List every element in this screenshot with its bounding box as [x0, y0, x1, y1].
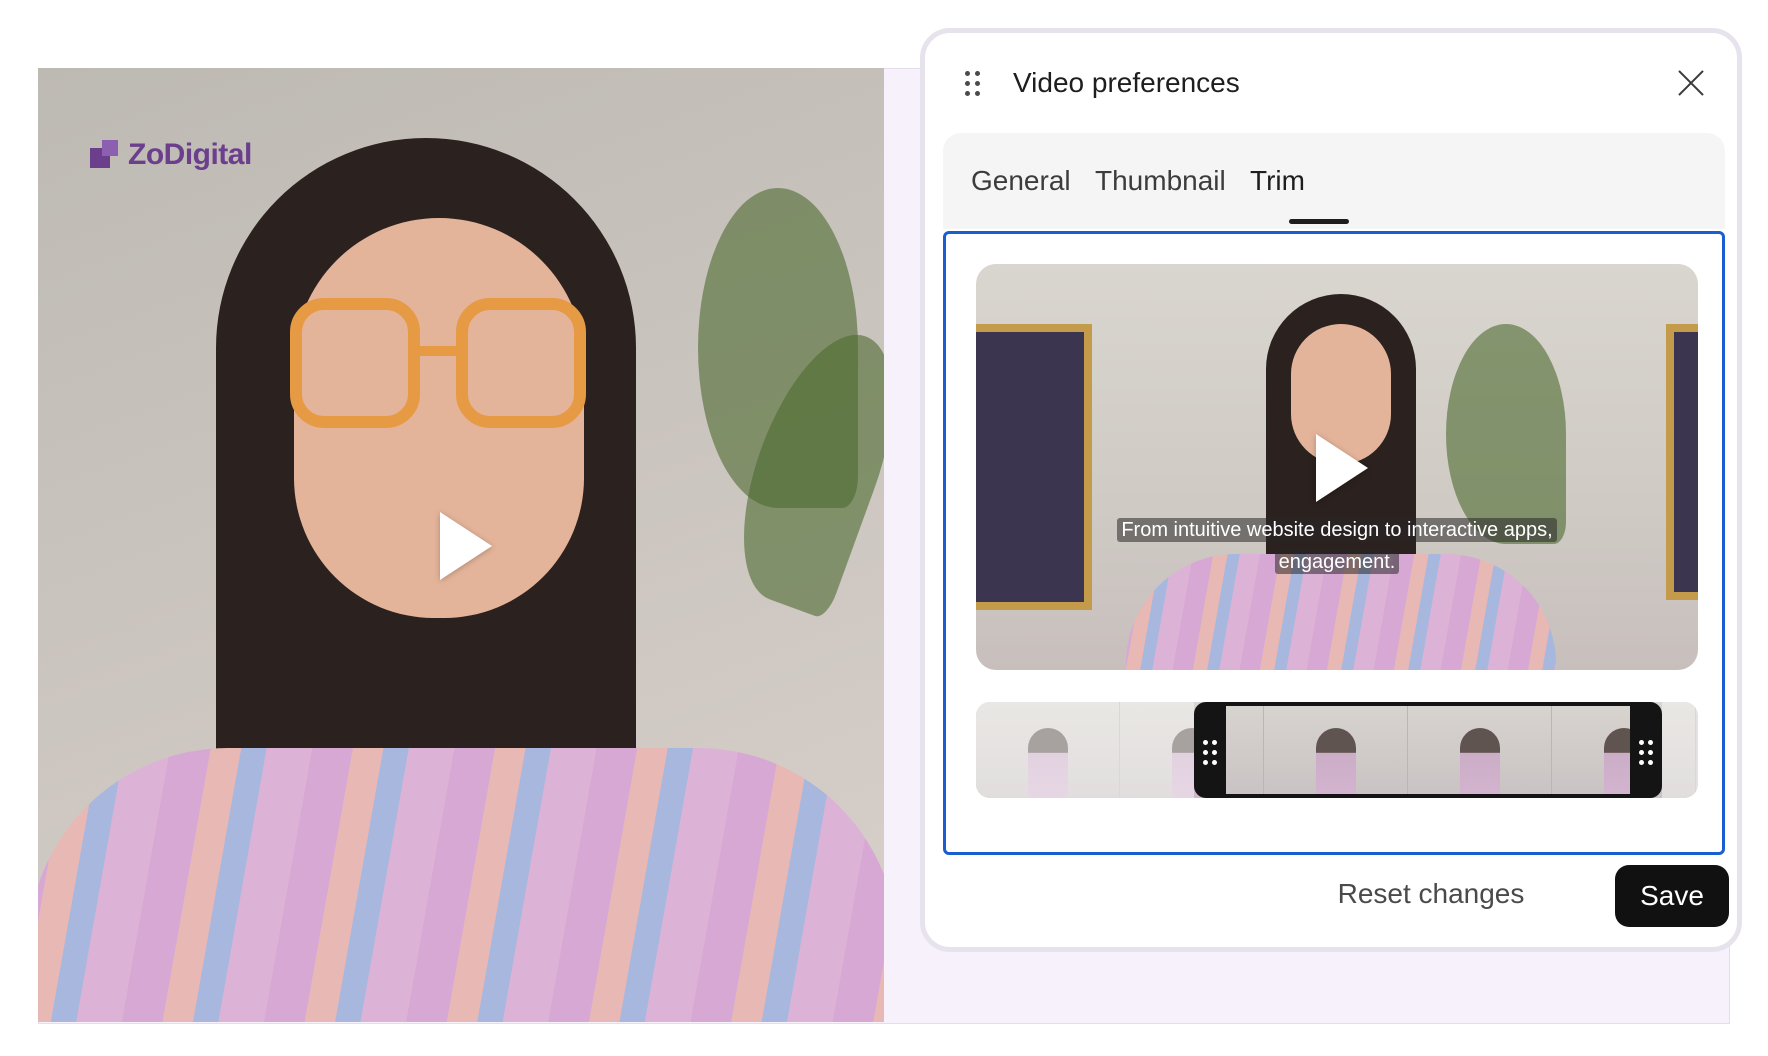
play-icon[interactable]: [1316, 434, 1368, 502]
main-video-player[interactable]: ZoDigital: [38, 68, 884, 1022]
reset-changes-button[interactable]: Reset changes: [1321, 863, 1541, 925]
trim-start-handle-icon[interactable]: [1203, 740, 1217, 766]
brand-mark-icon: [90, 140, 120, 170]
video-subject-glasses: [290, 298, 590, 428]
caption-line: From intuitive website design to interac…: [1117, 518, 1557, 542]
active-tab-indicator: [1289, 219, 1349, 224]
video-subject-shirt: [38, 748, 884, 1022]
trim-preview-video[interactable]: From intuitive website design to interac…: [976, 264, 1698, 670]
preview-captions: From intuitive website design to interac…: [976, 514, 1698, 578]
caption-line: engagement.: [1274, 550, 1400, 574]
trim-end-handle-icon[interactable]: [1639, 740, 1653, 766]
panel-header: Video preferences: [925, 33, 1737, 133]
video-preferences-panel: Video preferences General Thumbnail Trim…: [920, 28, 1742, 952]
tab-thumbnail[interactable]: Thumbnail: [1095, 165, 1226, 197]
trim-selection-window[interactable]: [1194, 702, 1662, 798]
trimmed-out-region: [1662, 702, 1698, 798]
brand-logo: ZoDigital: [90, 138, 252, 172]
tab-bar: General Thumbnail Trim: [943, 133, 1725, 229]
preview-plant: [1446, 324, 1566, 544]
trim-editor: From intuitive website design to interac…: [943, 231, 1725, 855]
play-icon[interactable]: [440, 512, 492, 580]
drag-handle-icon[interactable]: [965, 71, 983, 99]
close-icon[interactable]: [1675, 67, 1707, 99]
save-button[interactable]: Save: [1615, 865, 1729, 927]
tab-trim[interactable]: Trim: [1250, 165, 1305, 197]
trim-filmstrip[interactable]: [976, 702, 1698, 798]
trimmed-out-region: [976, 702, 1194, 798]
panel-title: Video preferences: [1013, 67, 1240, 98]
brand-name: ZoDigital: [128, 138, 252, 171]
tab-general[interactable]: General: [971, 165, 1071, 197]
